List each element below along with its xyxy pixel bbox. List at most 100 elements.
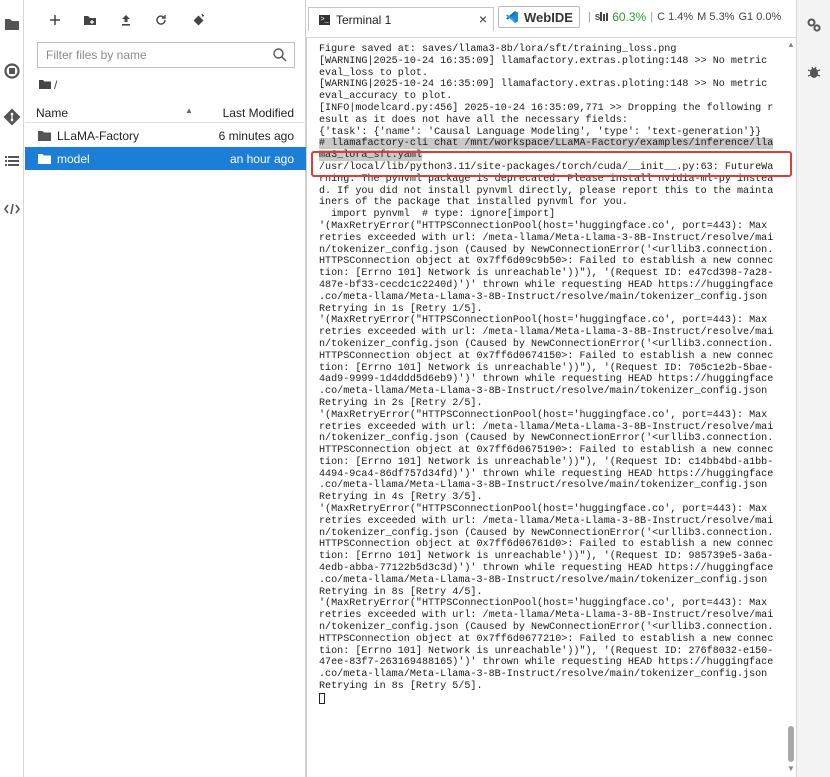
terminal-line: retries exceeded with url: /meta-llama/M… — [319, 515, 774, 527]
highlighted-command: # llamafactory-cli chat /mnt/workspace/L… — [319, 138, 777, 162]
terminal-line: # llamafactory-cli chat /mnt/workspace/L… — [319, 138, 777, 150]
terminal-lines-after: /usr/local/lib/python3.11/site-packages/… — [319, 162, 777, 693]
file-list-item-selected[interactable]: model an hour ago — [25, 147, 306, 170]
vscode-icon — [505, 10, 519, 24]
highlighted-text: ma3_lora_sft.yaml — [319, 150, 422, 162]
terminal-line: .co/meta-llama/Meta-Llama-3-8B-Instruct/… — [319, 669, 768, 681]
terminal-prompt[interactable] — [319, 692, 777, 707]
terminal-line: .co/meta-llama/Meta-Llama-3-8B-Instruct/… — [319, 386, 768, 398]
file-filter-field — [37, 42, 295, 68]
search-icon — [272, 47, 288, 63]
terminal-line: Retrying in 8s [Retry 5/5]. — [319, 681, 483, 693]
terminal-line: .co/meta-llama/Meta-Llama-3-8B-Instruct/… — [319, 480, 768, 492]
terminal-line: '(MaxRetryError("HTTPSConnectionPool(hos… — [319, 220, 768, 232]
code-icon[interactable] — [2, 199, 22, 219]
tab-label: Terminal 1 — [336, 12, 392, 27]
terminal-line: 4494-9ca4-86df757d34fd)')' thrown while … — [319, 468, 774, 480]
new-launcher-icon[interactable] — [44, 9, 66, 31]
terminal-line: [INFO|modelcard.py:456] 2025-10-24 16:35… — [319, 102, 774, 114]
file-modified: an hour ago — [229, 152, 294, 166]
terminal-line: eval_loss to plot. — [319, 67, 429, 79]
terminal-output: Figure saved at: saves/llama3-8b/lora/sf… — [319, 44, 777, 707]
separator: | — [588, 11, 591, 23]
terminal-line: retries exceeded with url: /meta-llama/M… — [319, 610, 774, 622]
separator: | — [650, 11, 654, 23]
upload-icon[interactable] — [115, 9, 137, 31]
terminal-line: [WARNING|2025-10-24 16:35:09] llamafacto… — [319, 55, 768, 67]
scroll-down-icon[interactable]: ▼ — [787, 764, 795, 773]
terminal-icon: >_ — [319, 14, 330, 25]
home-folder-icon[interactable] — [39, 78, 51, 92]
terminal-line: d. If you did not install pynvml directl… — [319, 185, 774, 197]
terminal-line: Retrying in 4s [Retry 3/5]. — [319, 492, 483, 504]
webide-button[interactable]: WebIDE — [498, 6, 580, 28]
terminal-line: 4edb-abba-77122b5d3c3d)')' thrown while … — [319, 563, 774, 575]
folder-icon — [38, 130, 51, 141]
terminal-line: '(MaxRetryError("HTTPSConnectionPool(hos… — [319, 409, 768, 421]
terminal-line: HTTPSConnection object at 0x7ff6d0674150… — [319, 350, 774, 362]
terminal-line: tion: [Errno 101] Network is unreachable… — [319, 456, 774, 468]
terminal-line: HTTPSConnection object at 0x7ff6d0677210… — [319, 633, 774, 645]
terminal-line: HTTPSConnection object at 0x7ff6d06761d0… — [319, 539, 774, 551]
file-list-item[interactable]: LLaMA-Factory 6 minutes ago — [25, 124, 306, 147]
gpu-icon: S — [595, 12, 610, 22]
terminal-line: .co/meta-llama/Meta-Llama-3-8B-Instruct/… — [319, 291, 768, 303]
file-name: LLaMA-Factory — [57, 129, 140, 143]
terminal-panel[interactable]: Figure saved at: saves/llama3-8b/lora/sf… — [306, 38, 796, 777]
left-activity-bar — [0, 0, 24, 777]
column-header-modified[interactable]: Last Modified — [223, 106, 294, 120]
terminal-cursor — [319, 692, 325, 704]
new-folder-icon[interactable] — [79, 9, 101, 31]
terminal-line: Figure saved at: saves/llama3-8b/lora/sf… — [319, 44, 677, 55]
terminal-line: [WARNING|2025-10-24 16:35:09] llamafacto… — [319, 79, 768, 91]
scroll-up-icon[interactable]: ▲ — [787, 40, 795, 49]
terminal-line: 4ad9-9999-1d4ddd5d6eb9)')' thrown while … — [319, 374, 774, 386]
folder-icon[interactable] — [2, 14, 22, 34]
git-clone-icon[interactable] — [188, 9, 210, 31]
terminal-line: HTTPSConnection object at 0x7ff6d09c9b50… — [319, 256, 774, 268]
terminal-line: retries exceeded with url: /meta-llama/M… — [319, 232, 774, 244]
terminal-line: n/tokenizer_config.json (Caused by NewCo… — [319, 433, 774, 445]
terminal-line: '(MaxRetryError("HTTPSConnectionPool(hos… — [319, 598, 768, 610]
terminal-line: ma3_lora_sft.yaml — [319, 150, 777, 162]
list-icon[interactable] — [2, 151, 22, 171]
tab-terminal-1[interactable]: >_ Terminal 1 × — [308, 7, 494, 31]
terminal-line: tion: [Errno 101] Network is unreachable… — [319, 362, 774, 374]
folder-icon — [38, 153, 51, 164]
sort-ascending-icon[interactable]: ▲ — [185, 106, 193, 115]
terminal-line: tion: [Errno 101] Network is unreachable… — [319, 268, 774, 280]
resource-metrics: | S 60.3% | C 1.4% M 5.3% G1 0.0% — [584, 10, 781, 24]
file-browser-panel: / Name ▲ Last Modified LLaMA-Factory 6 m… — [25, 0, 306, 777]
cpu-usage: C 1.4% — [657, 11, 694, 23]
file-filter-input[interactable] — [38, 43, 263, 67]
webide-label: WebIDE — [524, 9, 573, 25]
scrollbar-thumb[interactable] — [788, 726, 794, 762]
terminal-line: 487e-bf33-cecdc1c2240d)')' thrown while … — [319, 279, 774, 291]
running-icon[interactable] — [2, 61, 22, 81]
terminal-line: rning: The pynvml package is deprecated.… — [319, 173, 774, 185]
memory-usage: M 5.3% — [697, 11, 735, 23]
app-window: / Name ▲ Last Modified LLaMA-Factory 6 m… — [0, 0, 830, 777]
file-modified: 6 minutes ago — [218, 129, 294, 143]
file-list-header: Name ▲ Last Modified — [25, 103, 306, 123]
property-inspector-icon[interactable] — [806, 17, 822, 33]
terminal-line: /usr/local/lib/python3.11/site-packages/… — [319, 161, 774, 173]
close-icon[interactable]: × — [479, 11, 487, 27]
file-name: model — [57, 152, 90, 166]
breadcrumb-root[interactable]: / — [54, 78, 57, 92]
column-header-name[interactable]: Name — [36, 106, 68, 120]
terminal-line: n/tokenizer_config.json (Caused by NewCo… — [319, 244, 774, 256]
terminal-line: n/tokenizer_config.json (Caused by NewCo… — [319, 338, 774, 350]
terminal-line: '(MaxRetryError("HTTPSConnectionPool(hos… — [319, 315, 768, 327]
terminal-line: retries exceeded with url: /meta-llama/M… — [319, 327, 774, 339]
terminal-line: HTTPSConnection object at 0x7ff6d0675190… — [319, 445, 774, 457]
breadcrumb: / — [39, 78, 57, 92]
debugger-icon[interactable] — [806, 64, 822, 80]
refresh-icon[interactable] — [150, 9, 172, 31]
terminal-line: 47ee-83f7-263169488165)')' thrown while … — [319, 657, 774, 669]
highlighted-text: # llamafactory-cli chat /mnt/workspace/L… — [319, 138, 774, 150]
git-icon[interactable] — [2, 107, 22, 127]
terminal-line: Retrying in 2s [Retry 2/5]. — [319, 397, 483, 409]
terminal-line: esult as it does not have all the necess… — [319, 114, 628, 126]
terminal-line: Retrying in 1s [Retry 1/5]. — [319, 303, 483, 315]
